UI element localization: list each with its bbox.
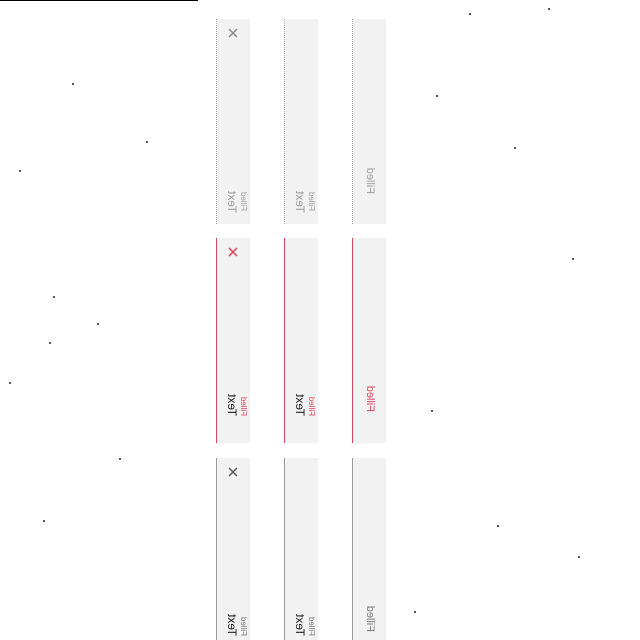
noise-dot <box>72 83 74 85</box>
field-value: Text <box>225 190 239 213</box>
field-value: Text <box>293 613 307 636</box>
error-label-only-field[interactable]: Filled <box>352 238 386 443</box>
noise-dot <box>9 382 11 384</box>
default-field[interactable]: Text Filled <box>284 458 318 640</box>
field-value: Text <box>293 190 307 213</box>
field-label: Filled <box>239 616 248 636</box>
disabled-field-with-clear: Text Filled <box>216 19 250 224</box>
noise-dot <box>119 458 121 460</box>
noise-dot <box>431 410 433 412</box>
field-label: Filled <box>307 396 316 416</box>
noise-dot <box>548 8 550 10</box>
noise-dot <box>436 95 438 97</box>
noise-dot <box>146 141 148 143</box>
disabled-label-only-field: Filled <box>352 19 386 224</box>
field-label: Filled <box>239 396 248 416</box>
close-icon <box>227 27 239 39</box>
noise-dot <box>572 258 574 260</box>
noise-dot <box>43 520 45 522</box>
noise-dot <box>49 342 51 344</box>
close-icon[interactable] <box>227 466 239 478</box>
field-label: Filled <box>364 385 376 412</box>
error-field-with-clear[interactable]: Text Filled <box>216 238 250 443</box>
field-label: Filled <box>364 605 376 632</box>
noise-dot <box>414 611 416 613</box>
noise-dot <box>469 13 471 15</box>
noise-dot <box>497 525 499 527</box>
field-label: Filled <box>239 191 248 211</box>
noise-dot <box>53 296 55 298</box>
top-divider <box>0 0 198 1</box>
default-field-with-clear[interactable]: Text Filled <box>216 458 250 640</box>
default-label-only-field[interactable]: Filled <box>352 458 386 640</box>
field-label: Filled <box>307 191 316 211</box>
noise-dot <box>514 147 516 149</box>
noise-dot <box>19 170 21 172</box>
error-field[interactable]: Text Filled <box>284 238 318 443</box>
noise-dot <box>578 556 580 558</box>
field-value: Text <box>225 613 239 636</box>
field-label: Filled <box>364 167 376 194</box>
disabled-field: Text Filled <box>284 19 318 224</box>
field-label: Filled <box>307 616 316 636</box>
field-value: Text <box>293 393 307 416</box>
field-value: Text <box>225 393 239 416</box>
close-icon[interactable] <box>227 246 239 258</box>
noise-dot <box>97 323 99 325</box>
